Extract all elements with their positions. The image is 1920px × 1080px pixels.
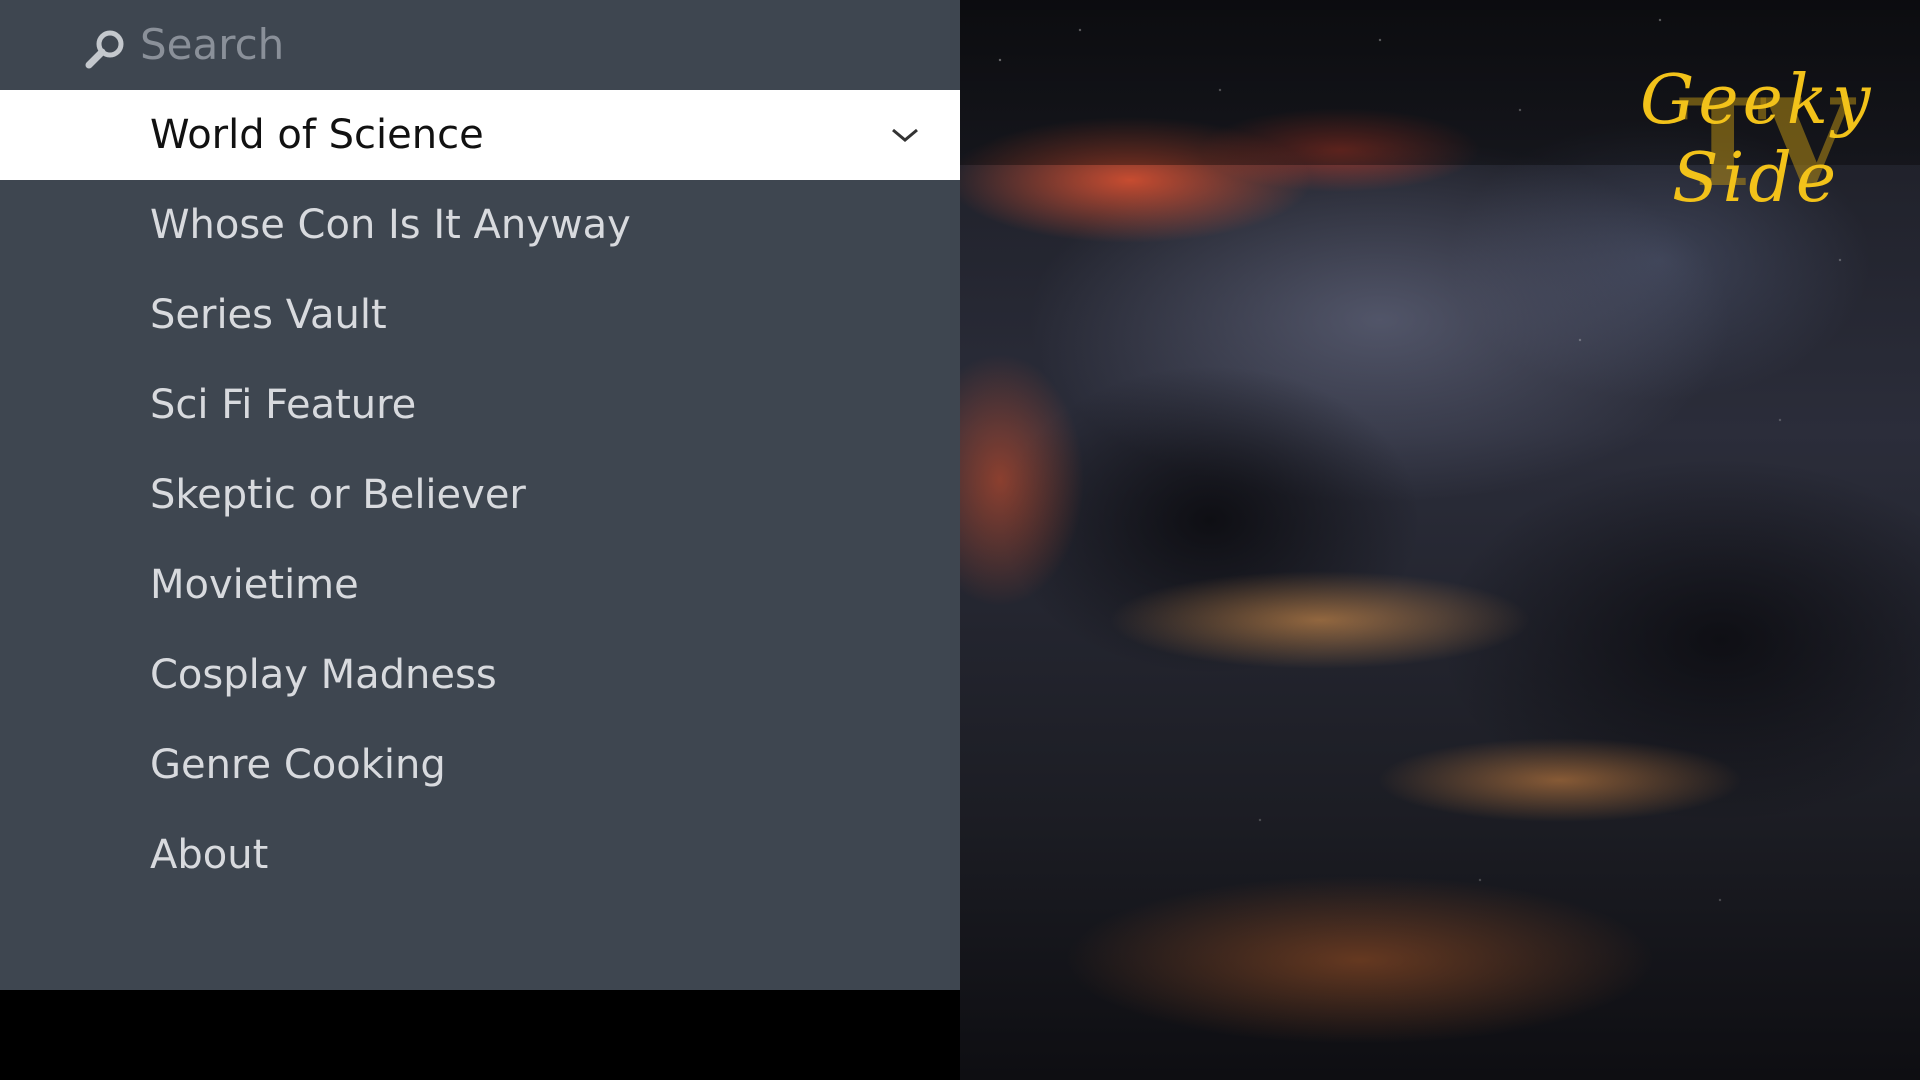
menu-item-label: Genre Cooking — [150, 742, 446, 788]
menu-item-genre-cooking[interactable]: Genre Cooking — [0, 720, 960, 810]
app-screen: TV Geeky Side World of Science Whose Con… — [0, 0, 1920, 1080]
logo-text-line2: Side — [1672, 139, 1841, 218]
app-logo: TV Geeky Side — [1638, 66, 1870, 236]
menu-item-cosplay-madness[interactable]: Cosplay Madness — [0, 630, 960, 720]
menu-item-label: Cosplay Madness — [150, 652, 497, 698]
menu-item-sci-fi-feature[interactable]: Sci Fi Feature — [0, 360, 960, 450]
menu-item-whose-con-is-it-anyway[interactable]: Whose Con Is It Anyway — [0, 180, 960, 270]
menu-item-series-vault[interactable]: Series Vault — [0, 270, 960, 360]
menu-item-label: Whose Con Is It Anyway — [150, 202, 631, 248]
logo-text-line1: Geeky — [1640, 61, 1875, 140]
bottom-bar — [0, 990, 960, 1080]
menu-item-about[interactable]: About — [0, 810, 960, 900]
menu-item-label: Sci Fi Feature — [150, 382, 417, 428]
menu-item-label: Series Vault — [150, 292, 387, 338]
menu-list: World of Science Whose Con Is It Anyway … — [0, 90, 960, 900]
chevron-down-icon[interactable] — [890, 122, 920, 148]
menu-item-movietime[interactable]: Movietime — [0, 540, 960, 630]
search-icon — [85, 30, 124, 69]
menu-item-world-of-science[interactable]: World of Science — [0, 90, 960, 180]
menu-item-label: Movietime — [150, 562, 359, 608]
menu-item-label: About — [150, 832, 269, 878]
navigation-menu: World of Science Whose Con Is It Anyway … — [0, 0, 960, 990]
menu-item-skeptic-or-believer[interactable]: Skeptic or Believer — [0, 450, 960, 540]
menu-item-label: World of Science — [150, 112, 484, 158]
menu-item-label: Skeptic or Believer — [150, 472, 526, 518]
search-bar[interactable] — [0, 0, 960, 90]
search-input[interactable] — [140, 14, 840, 74]
